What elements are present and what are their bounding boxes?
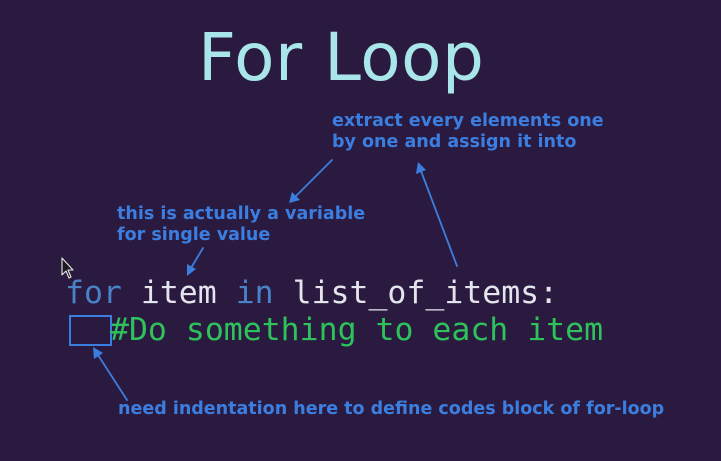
mouse-pointer-icon [61,257,74,279]
slide: For Loop extract every elements one by o… [0,0,721,461]
